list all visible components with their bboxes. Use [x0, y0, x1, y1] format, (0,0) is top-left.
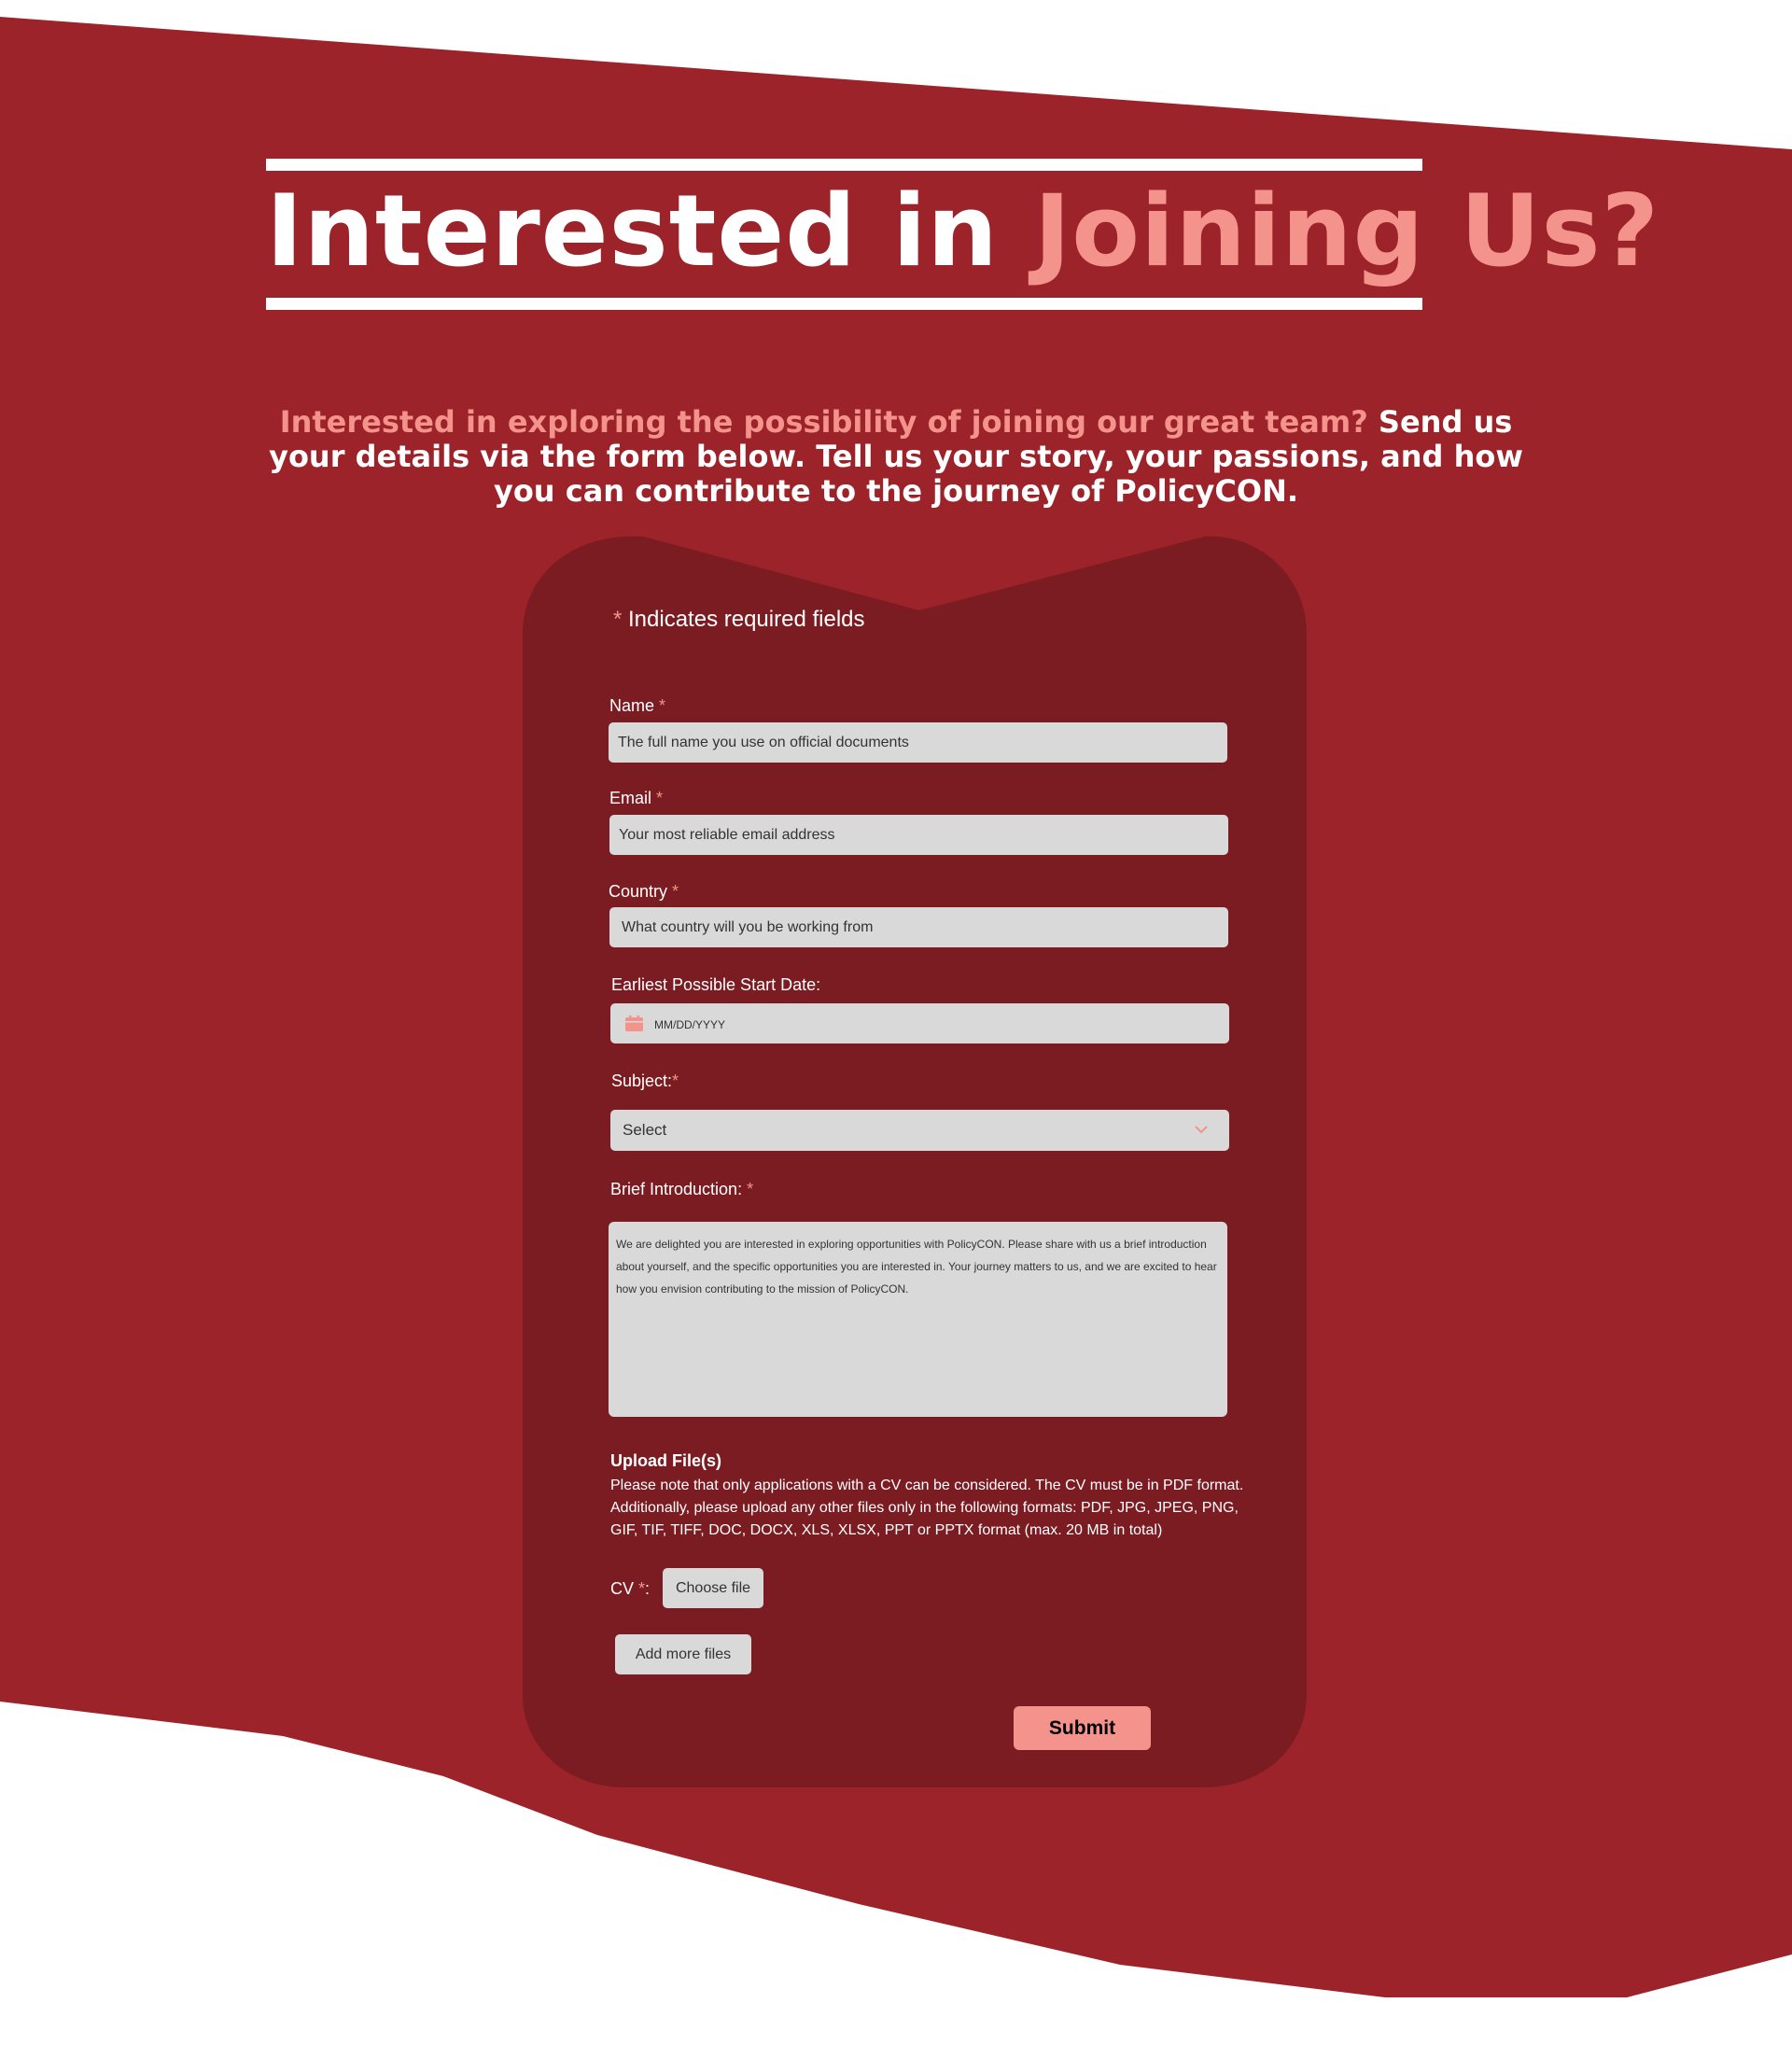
name-input[interactable]: [609, 722, 1227, 763]
submit-button[interactable]: Submit: [1014, 1706, 1151, 1750]
subject-selected-value: Select: [623, 1121, 667, 1139]
start-date-field[interactable]: [610, 1003, 1229, 1045]
country-label: Country *: [609, 882, 679, 901]
start-date-input[interactable]: [652, 1003, 1216, 1045]
page-title-accent: Joining Us?: [1033, 174, 1660, 288]
email-input[interactable]: [609, 815, 1228, 855]
email-label: Email *: [609, 789, 664, 807]
subject-label: Subject:*: [611, 1072, 679, 1090]
intro-paragraph: Interested in exploring the possibility …: [252, 405, 1540, 509]
choose-file-button[interactable]: Choose file: [663, 1568, 763, 1608]
calendar-icon: [625, 1015, 643, 1031]
chevron-down-icon: [1195, 1126, 1208, 1134]
upload-note: Please note that only applications with …: [610, 1478, 1244, 1538]
subject-select[interactable]: Select: [610, 1110, 1229, 1151]
intro-accent: Interested in exploring the possibility …: [279, 404, 1368, 440]
start-date-label: Earliest Possible Start Date:: [611, 975, 821, 994]
name-label: Name *: [609, 696, 666, 715]
title-rule-bottom: [266, 298, 1422, 310]
introduction-label: Brief Introduction: *: [610, 1180, 754, 1198]
country-input[interactable]: [609, 907, 1228, 947]
upload-title: Upload File(s): [610, 1451, 722, 1470]
introduction-textarea[interactable]: We are delighted you are interested in e…: [609, 1222, 1227, 1417]
cv-label: CV *:: [610, 1579, 651, 1598]
page-title: Interested in Joining Us?: [266, 174, 1660, 288]
add-more-files-button[interactable]: Add more files: [615, 1634, 751, 1674]
required-fields-note: * Indicates required fields: [613, 607, 865, 632]
